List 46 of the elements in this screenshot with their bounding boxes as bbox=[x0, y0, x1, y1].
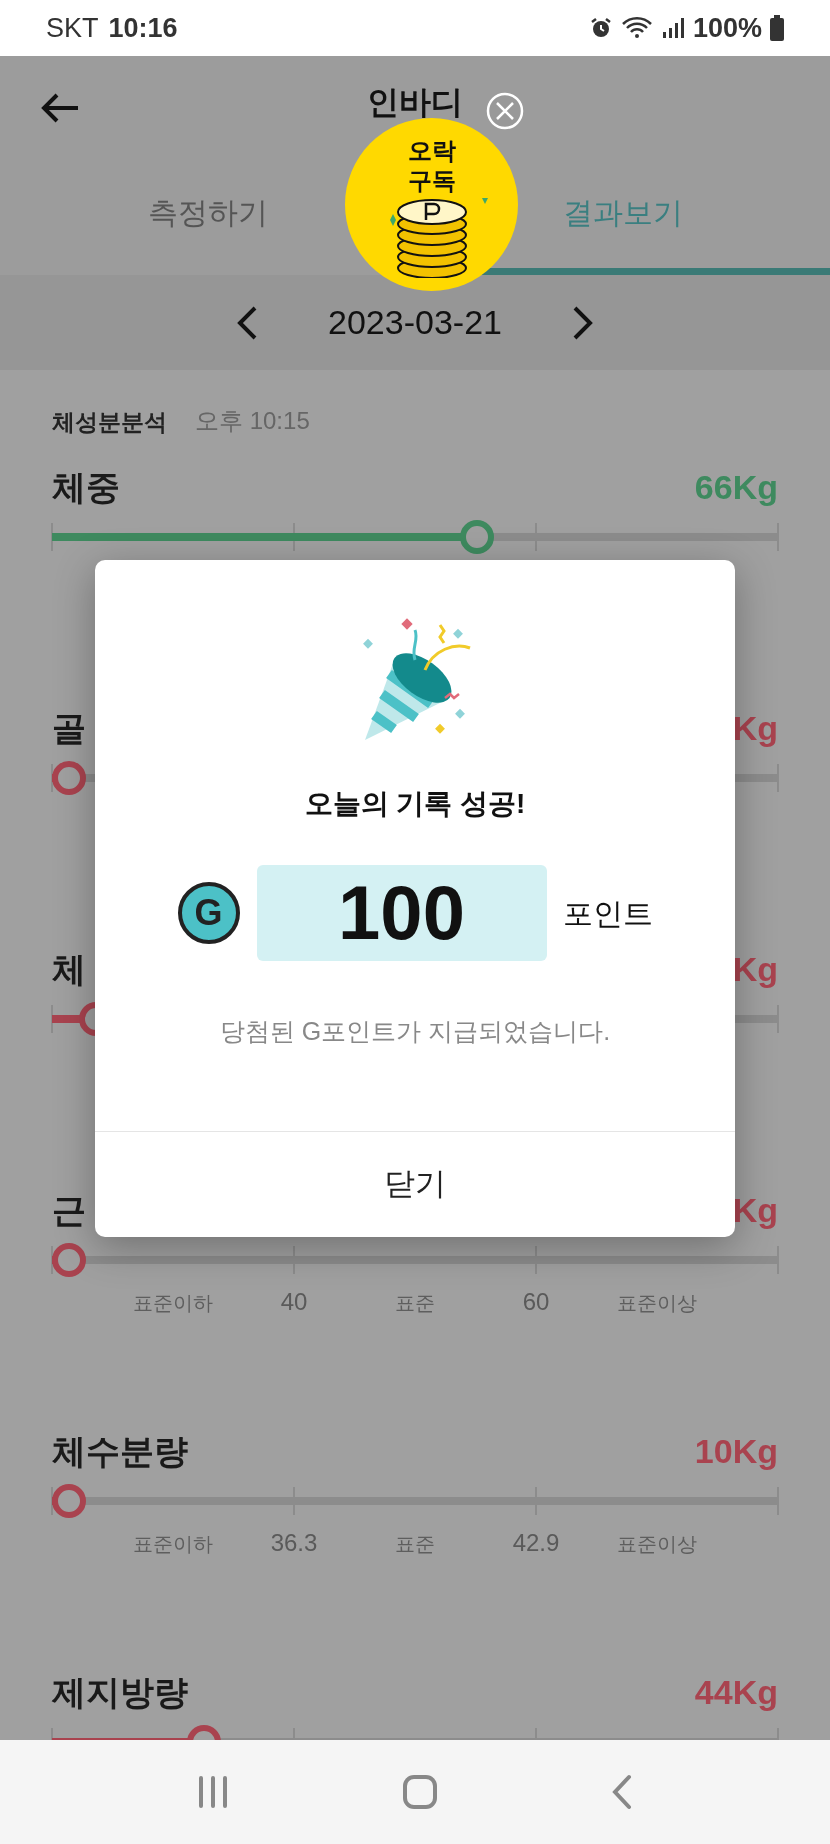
metric-name: 체중 bbox=[52, 466, 120, 508]
dialog-title: 오늘의 기록 성공! bbox=[304, 787, 526, 821]
scale-label: 42.9 bbox=[512, 1528, 560, 1558]
home-icon[interactable] bbox=[402, 1774, 438, 1810]
scale-label: 표준이상 bbox=[617, 1532, 697, 1557]
wifi-icon bbox=[620, 16, 653, 40]
close-icon[interactable] bbox=[485, 91, 525, 131]
carrier-label: SKT bbox=[46, 11, 99, 45]
metric-name: 근 bbox=[52, 1189, 86, 1231]
recent-apps-icon[interactable] bbox=[196, 1775, 229, 1809]
points-unit: 포인트 bbox=[562, 895, 653, 932]
back-icon[interactable] bbox=[611, 1774, 634, 1810]
metric-value: 66Kg bbox=[694, 466, 778, 508]
close-button[interactable]: 닫기 bbox=[95, 1132, 735, 1237]
back-arrow-icon[interactable] bbox=[40, 92, 80, 124]
scale-label: 60 bbox=[522, 1287, 550, 1317]
metric-name: 골 bbox=[52, 707, 86, 749]
date-label: 2023-03-21 bbox=[328, 302, 502, 343]
scale-label: 표준이하 bbox=[133, 1532, 213, 1557]
next-icon[interactable] bbox=[571, 304, 594, 341]
metric-name: 체수분량 bbox=[52, 1430, 188, 1472]
metric-value: 10Kg bbox=[694, 1430, 778, 1472]
battery-percent: 100% bbox=[692, 11, 762, 45]
previous-icon[interactable] bbox=[236, 304, 259, 341]
scale-label: 40 bbox=[280, 1287, 308, 1317]
metric-value: Kg bbox=[732, 1189, 778, 1231]
clock: 10:16 bbox=[108, 11, 178, 45]
metric-value: 44Kg bbox=[694, 1671, 778, 1713]
metric-value: Kg bbox=[732, 707, 778, 749]
metric-name: 제지방량 bbox=[52, 1671, 188, 1713]
coin-icon: G bbox=[177, 882, 240, 944]
scale-label: 36.3 bbox=[270, 1528, 318, 1558]
promo-text: 구독 bbox=[407, 166, 456, 196]
dialog-message: 당첨된 G포인트가 지급되었습니다. bbox=[219, 1016, 611, 1047]
metric-value: Kg bbox=[732, 948, 778, 990]
promo-text: 오락 bbox=[407, 136, 456, 166]
scale-label: 표준 bbox=[395, 1291, 435, 1316]
points-amount: 100 bbox=[256, 865, 547, 961]
signal-icon bbox=[660, 16, 685, 40]
battery-icon bbox=[770, 15, 784, 41]
scale-label: 표준 bbox=[395, 1532, 435, 1557]
section-title: 체성분분석 bbox=[52, 407, 167, 437]
section-time: 오후 10:15 bbox=[195, 406, 310, 436]
metric-name: 체 bbox=[52, 948, 86, 990]
scale-label: 표준이상 bbox=[617, 1291, 697, 1316]
scale-label: 표준이하 bbox=[133, 1291, 213, 1316]
